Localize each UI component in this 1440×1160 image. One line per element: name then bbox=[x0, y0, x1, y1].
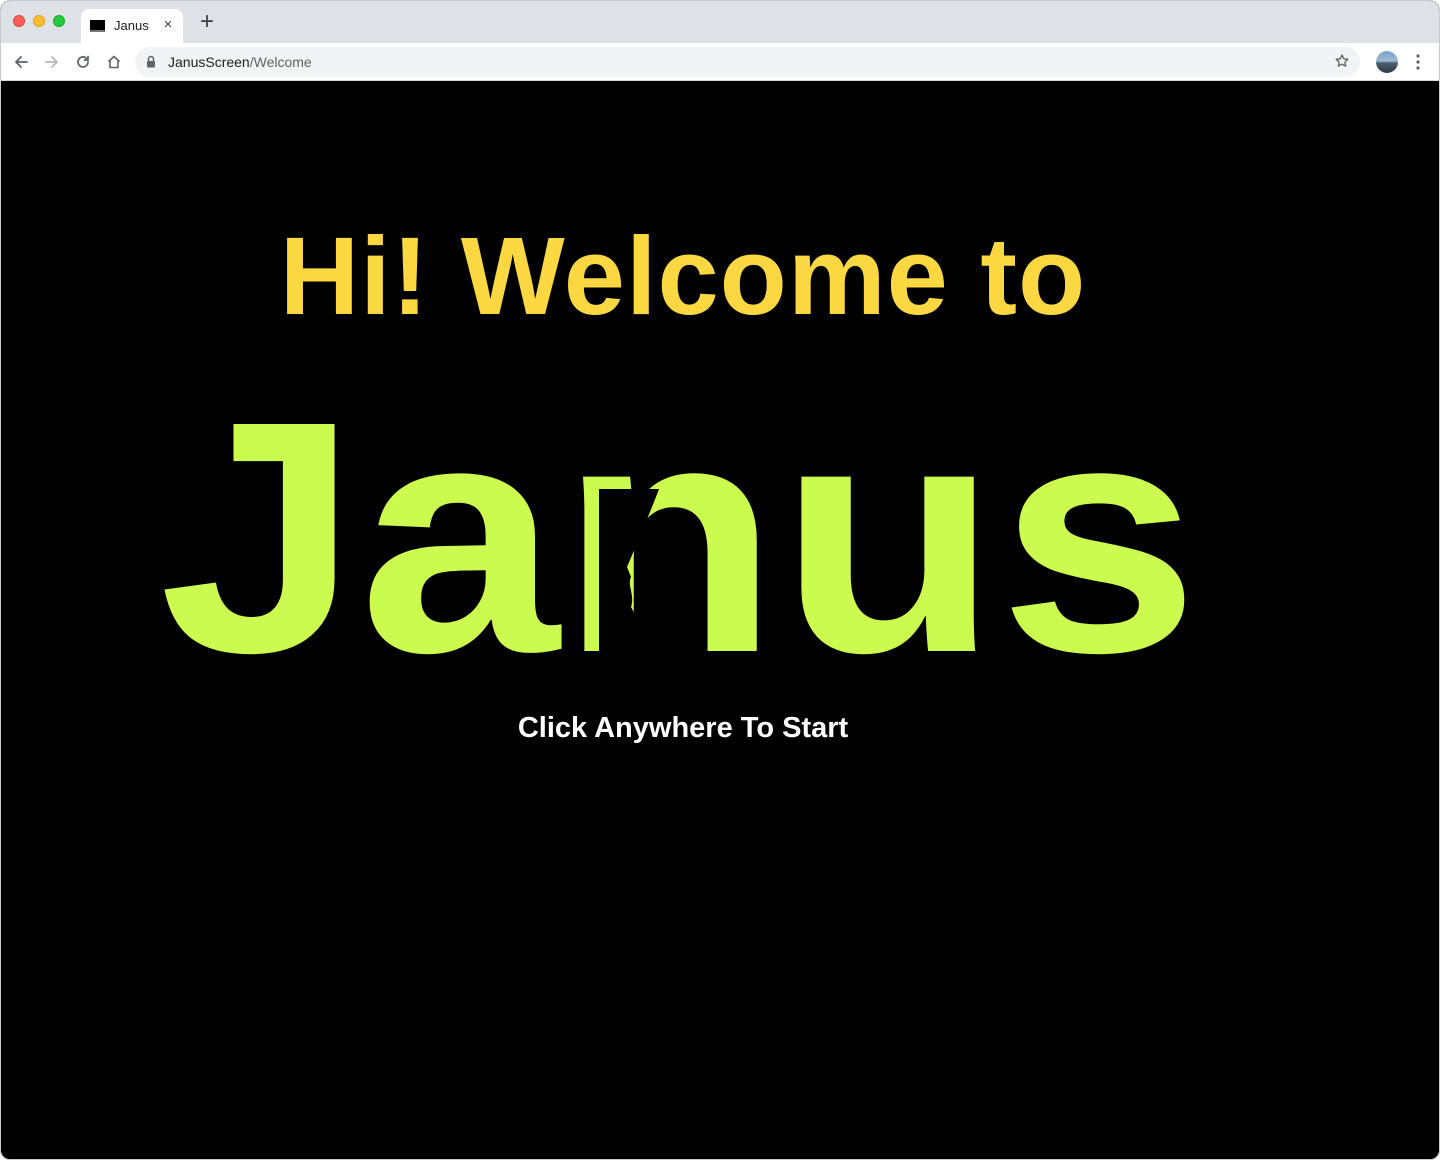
browser-toolbar: JanusScreen/Welcome bbox=[1, 43, 1439, 81]
bookmark-star-icon[interactable] bbox=[1334, 53, 1350, 69]
more-menu-icon[interactable] bbox=[1410, 51, 1426, 73]
window-controls bbox=[13, 15, 65, 27]
minimize-window-button[interactable] bbox=[33, 15, 45, 27]
tab-janus[interactable]: Janus × bbox=[81, 9, 183, 43]
url-text[interactable]: JanusScreen/Welcome bbox=[168, 54, 312, 70]
home-button[interactable] bbox=[103, 51, 125, 73]
profile-avatar[interactable] bbox=[1376, 51, 1398, 73]
arrow-left-icon bbox=[15, 56, 28, 68]
url-host: JanusScreen bbox=[168, 54, 250, 70]
arrow-right-icon bbox=[45, 56, 58, 68]
new-tab-button[interactable]: + bbox=[196, 10, 218, 34]
url-path: /Welcome bbox=[249, 54, 312, 70]
tab-strip: Janus × + bbox=[1, 1, 1439, 43]
tab-favicon-icon bbox=[90, 20, 105, 32]
welcome-heading: Hi! Welcome to bbox=[279, 215, 1087, 338]
close-window-button[interactable] bbox=[13, 15, 25, 27]
tab-title: Janus bbox=[114, 18, 149, 33]
janus-logo: Janus bbox=[159, 403, 1199, 663]
address-bar[interactable]: JanusScreen/Welcome bbox=[135, 47, 1360, 77]
browser-window: Janus × + JanusScreen/Welcome Hi! Welcom… bbox=[0, 0, 1440, 1160]
reload-icon bbox=[77, 55, 89, 68]
back-button[interactable] bbox=[10, 51, 32, 73]
reload-button[interactable] bbox=[72, 51, 94, 73]
tab-close-icon[interactable]: × bbox=[159, 16, 177, 34]
start-prompt[interactable]: Click Anywhere To Start bbox=[1, 712, 1365, 745]
maximize-window-button[interactable] bbox=[53, 15, 65, 27]
welcome-screen[interactable]: Hi! Welcome to Janus Click Anywhere To S… bbox=[1, 81, 1439, 1159]
janus-logo-text: Janus bbox=[159, 403, 1199, 663]
lock-icon bbox=[147, 55, 155, 68]
home-icon bbox=[107, 55, 121, 69]
forward-button[interactable] bbox=[41, 51, 63, 73]
